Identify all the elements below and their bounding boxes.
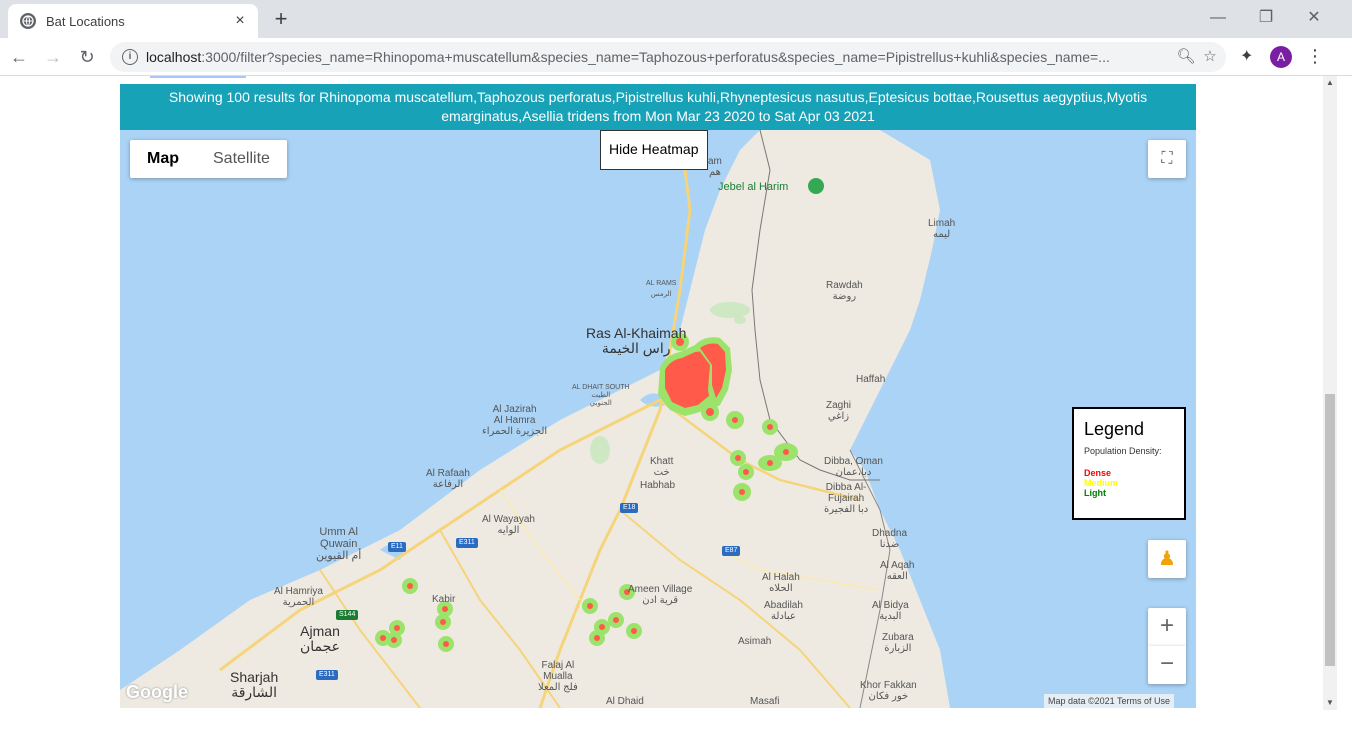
page-bottom [0, 710, 1352, 737]
map-label-haffah: Haffah [856, 374, 886, 385]
road-shield: E18 [620, 503, 639, 513]
map-label-sharjah: Sharjah الشارقة [230, 669, 279, 700]
browser-toolbar: ← → ↻ i localhost:3000/filter?species_na… [0, 38, 1352, 76]
legend-title: Legend [1084, 419, 1145, 439]
map-label-al-halah: Al Halah الحلاه [762, 572, 800, 594]
zoom-search-icon[interactable]: 🔍︎ [1176, 47, 1196, 65]
back-icon[interactable]: ← [8, 46, 30, 68]
map-label-rawdah: Rawdah روضة [826, 280, 863, 302]
info-icon[interactable]: i [122, 49, 138, 65]
url-text[interactable]: localhost:3000/filter?species_name=Rhino… [146, 49, 1156, 65]
page-content: Showing 100 results for Rhinopoma muscat… [0, 76, 1352, 710]
browser-tab[interactable]: Bat Locations × [8, 4, 258, 38]
address-bar[interactable]: i localhost:3000/filter?species_name=Rhi… [110, 42, 1226, 72]
map-label-masafi: Masafi [750, 696, 780, 707]
extensions-puzzle-icon[interactable]: ✦ [1240, 46, 1253, 66]
legend: Legend Population Density: Dense Medium … [1072, 407, 1186, 520]
road-shield: E11 [388, 542, 406, 552]
globe-icon [20, 13, 36, 29]
map-type-control: Map Satellite [130, 140, 287, 178]
map-container[interactable]: am هم Jebel al Harim Limah ليمه AL RAMS الر… [120, 130, 1196, 708]
road-shield: S144 [336, 610, 359, 620]
map-label-al-hamriya: Al Hamriya الحمرية [274, 586, 323, 608]
map-label-dhadna: Dhadna ضدنا [872, 528, 908, 550]
browser-tab-strip: Bat Locations × + — ❐ ✕ [0, 0, 1352, 38]
map-label-al-dhait: AL DHAIT SOUTH الظيت الجنوبي [572, 384, 630, 407]
map-base [120, 130, 950, 708]
close-tab-icon[interactable]: × [228, 12, 252, 30]
map-label-al-bidya: Al Bidya البدية [872, 600, 909, 622]
close-window-icon[interactable]: ✕ [1294, 6, 1334, 30]
map-label-al-rams: AL RAMS الرمس [646, 280, 677, 298]
road-shield: E311 [316, 670, 338, 680]
map-label-jebel-al-harim[interactable]: Jebel al Harim [718, 182, 788, 193]
scroll-down-icon[interactable]: ▼ [1323, 696, 1337, 710]
vertical-scrollbar[interactable]: ▲ ▼ [1323, 76, 1337, 710]
legend-dense: Dense [1084, 468, 1112, 478]
map-label-al-wayayah: Al Wayayah الوايه [482, 514, 535, 536]
reload-icon[interactable]: ↻ [76, 46, 98, 68]
map-label-kabir: Kabir [432, 594, 456, 605]
map-label-al-jazirah: Al Jazirah Al Hamra الجزيرة الحمراء [482, 404, 548, 437]
scroll-thumb[interactable] [1325, 394, 1335, 666]
hide-heatmap-button[interactable]: Hide Heatmap [600, 130, 708, 170]
road-shield: E311 [456, 538, 478, 548]
road-shield: E87 [722, 546, 741, 556]
map-label-abadilah: Abadilah عبادلة [764, 600, 803, 622]
map-label-khor-fakkan: Khor Fakkan خور فكان [860, 680, 917, 702]
bookmark-star-icon[interactable]: ☆ [1200, 47, 1220, 65]
legend-light: Light [1084, 488, 1106, 498]
map-label-harim-top: am هم [708, 156, 722, 178]
map-label-khatt: Khatt خت [650, 456, 674, 478]
map-label-zubara: Zubara الزبارة [882, 632, 914, 654]
legend-medium: Medium [1084, 478, 1119, 488]
map-label-dibba-oman: Dibba, Oman دبا،عمان [824, 456, 883, 478]
map-type-map-button[interactable]: Map [130, 140, 196, 178]
map-label-falaj: Falaj Al Mualla فلج المعلا [538, 660, 578, 693]
google-logo[interactable]: Google [126, 682, 188, 703]
map-label-al-dhaid: Al Dhaid [606, 696, 644, 707]
zoom-out-button[interactable]: − [1148, 646, 1186, 684]
new-tab-button[interactable]: + [268, 6, 294, 32]
browser-menu-icon[interactable]: ⋮ [1306, 46, 1324, 67]
scroll-up-icon[interactable]: ▲ [1323, 76, 1337, 90]
map-label-asimah: Asimah [738, 636, 772, 647]
restore-icon[interactable]: ❐ [1246, 6, 1286, 30]
map-type-satellite-button[interactable]: Satellite [196, 140, 287, 178]
zoom-in-button[interactable]: + [1148, 608, 1186, 646]
map-label-al-rafaah: Al Rafaah الرفاعة [426, 468, 470, 490]
map-label-limah: Limah ليمه [928, 218, 956, 240]
legend-subtitle: Population Density: [1084, 446, 1162, 456]
fullscreen-icon[interactable]: ⛶ [1148, 140, 1186, 178]
results-banner: Showing 100 results for Rhinopoma muscat… [120, 84, 1196, 130]
map-label-ameen-village: Ameen Village قرية ادن [628, 584, 693, 606]
map-label-dibba-fujairah: Dibba Al- Fujairah دبا الفجيرة [824, 482, 869, 515]
minimize-icon[interactable]: — [1198, 6, 1238, 30]
profile-avatar[interactable]: A [1270, 46, 1292, 68]
map-credits[interactable]: Map data ©2021 Terms of Use [1044, 694, 1175, 708]
tab-title: Bat Locations [46, 13, 125, 29]
map-label-zaghi: Zaghi زاغي [826, 400, 852, 422]
map-label-al-aqah: Al Aqah العقه [880, 560, 915, 582]
forward-icon[interactable]: → [42, 46, 64, 68]
map-label-umm-al-quwain: Umm Al Quwain أم القيوين [316, 526, 362, 562]
map-label-habhab: Habhab [640, 480, 676, 491]
map-label-ras-al-khaimah: Ras Al-Khaimah راس الخيمة [586, 325, 687, 356]
pegman-icon[interactable]: ♟ [1148, 540, 1186, 578]
map-label-ajman: Ajman عجمان [300, 623, 341, 654]
nav-underline [150, 76, 246, 78]
